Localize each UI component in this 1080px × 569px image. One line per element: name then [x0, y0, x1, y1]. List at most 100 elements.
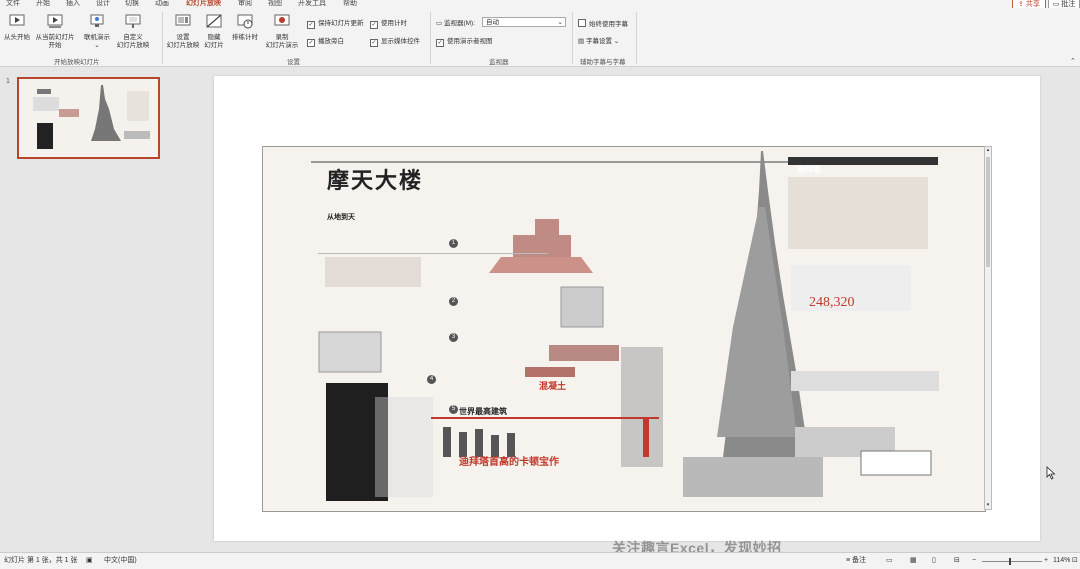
- tab-insert[interactable]: 插入: [66, 0, 80, 8]
- slide-sorter-icon[interactable]: ▦: [910, 553, 917, 569]
- poster-step-number: 3: [449, 333, 458, 342]
- custom-show-icon: [125, 14, 141, 28]
- use-timings-label: 使用计时: [381, 20, 407, 27]
- from-beginning-button[interactable]: 从头开始: [2, 14, 32, 42]
- record-show-button[interactable]: 录制 幻灯片演示: [262, 14, 302, 50]
- poster-scrollbar[interactable]: ▴ ▾: [984, 146, 992, 510]
- rehearse-timings-button[interactable]: 排练计时: [230, 14, 260, 42]
- poster-tag-concrete: 混凝土: [539, 381, 567, 391]
- poster-step-number: 1: [449, 239, 458, 248]
- checkmark-icon: ✓: [370, 21, 378, 29]
- ribbon-separator: [636, 12, 637, 64]
- thumbnail-image: [19, 79, 158, 157]
- slide-info: 幻灯片 第 1 张，共 1 张: [4, 557, 78, 564]
- poster-image: 摩天大楼 从地到天 世界最高建筑 迪拜塔首高的卡顿宝作 迪拜塔 248,320 …: [262, 146, 986, 512]
- use-timings-checkbox[interactable]: ✓ 使用计时: [370, 19, 407, 29]
- poster-right-title: 迪拜塔: [797, 165, 821, 174]
- from-beginning-label: 从头开始: [4, 34, 30, 41]
- monitor-label: 监视器(M):: [443, 20, 476, 27]
- group-label-captions: 辅助字幕与字幕: [580, 59, 626, 66]
- ribbon-separator: [430, 12, 431, 64]
- tab-help[interactable]: 帮助: [343, 0, 357, 8]
- play-from-current-icon: [47, 14, 63, 28]
- keep-updated-checkbox[interactable]: ✓ 保持幻灯片更新: [307, 19, 364, 29]
- notes-label: 备注: [852, 557, 867, 564]
- from-current-button[interactable]: 从当前幻灯片 开始: [33, 14, 77, 50]
- keep-updated-label: 保持幻灯片更新: [318, 20, 364, 27]
- monitor-label-row: ▭ 监视器(M):: [436, 19, 475, 28]
- language-status[interactable]: 中文(中国): [104, 553, 137, 569]
- play-narrations-checkbox[interactable]: ✓ 播放旁白: [307, 37, 344, 47]
- zoom-level[interactable]: 114%: [1053, 553, 1070, 569]
- zoom-out-icon[interactable]: −: [972, 553, 976, 569]
- zoom-slider[interactable]: [982, 561, 1042, 562]
- rehearse-timings-label: 排练计时: [232, 34, 258, 41]
- present-online-button[interactable]: 联机演示 ⌄: [82, 14, 112, 50]
- subtitle-settings-label: 字幕设置: [585, 38, 612, 45]
- scroll-down-icon[interactable]: ▾: [985, 502, 991, 509]
- reading-view-icon[interactable]: ▯: [932, 553, 936, 569]
- ribbon-separator: [572, 12, 573, 64]
- hide-slide-label-2: 幻灯片: [204, 42, 224, 49]
- setup-show-icon: [175, 14, 191, 26]
- hide-slide-button[interactable]: 隐藏 幻灯片: [202, 14, 226, 50]
- comment-icon: ▭: [1052, 1, 1060, 8]
- rehearse-timer-icon: [237, 14, 253, 29]
- slideshow-view-icon[interactable]: ⊟: [954, 553, 960, 569]
- fit-to-window-icon[interactable]: ⊡: [1072, 553, 1078, 569]
- scroll-up-icon[interactable]: ▴: [985, 147, 991, 154]
- subtitle-settings-icon: ▤: [578, 38, 585, 45]
- poster-step-number: 2: [449, 297, 458, 306]
- group-label-start-show: 开始放映幻灯片: [54, 59, 100, 66]
- scroll-thumb[interactable]: [986, 157, 990, 267]
- hide-slide-label-1: 隐藏: [207, 34, 221, 41]
- subtitle-settings-button[interactable]: ▤ 字幕设置 ⌄: [578, 37, 619, 46]
- slide-thumbnail[interactable]: [17, 77, 160, 159]
- tab-review[interactable]: 审阅: [238, 0, 252, 8]
- slide-number: 1: [6, 78, 10, 85]
- notes-icon: ≡: [846, 557, 851, 564]
- zoom-in-icon[interactable]: +: [1044, 553, 1048, 569]
- present-online-icon: [90, 14, 104, 27]
- poster-step-number: 5: [449, 405, 458, 414]
- setup-show-label-1: 设置: [176, 34, 190, 41]
- tab-file[interactable]: 文件: [6, 0, 20, 8]
- always-subtitles-label: 始终使用字幕: [589, 21, 628, 28]
- from-current-label-2: 开始: [48, 42, 62, 49]
- normal-view-icon[interactable]: ▭: [886, 553, 893, 569]
- show-media-label: 显示媒体控件: [381, 38, 420, 45]
- record-icon: [274, 14, 290, 26]
- play-from-start-icon: [9, 14, 25, 26]
- mouse-cursor-icon: [1046, 466, 1056, 480]
- presenter-view-checkbox[interactable]: ✓ 使用演示者视图: [436, 37, 493, 47]
- tab-home[interactable]: 开始: [36, 0, 50, 8]
- zoom-slider-thumb[interactable]: [1009, 558, 1011, 565]
- checkmark-icon: ✓: [307, 39, 315, 47]
- checkmark-icon: ✓: [436, 39, 444, 47]
- show-media-checkbox[interactable]: ✓ 显示媒体控件: [370, 37, 420, 47]
- poster-step-number: 4: [427, 375, 436, 384]
- setup-show-button[interactable]: 设置 幻灯片放映: [164, 14, 202, 50]
- tab-design[interactable]: 设计: [96, 0, 110, 8]
- monitor-select[interactable]: 自动 ⌄: [482, 17, 566, 27]
- collapse-ribbon-icon[interactable]: ⌃: [1070, 57, 1076, 65]
- play-narrations-label: 播放旁白: [318, 38, 344, 45]
- tab-animations[interactable]: 动画: [155, 0, 169, 8]
- tab-transitions[interactable]: 切换: [125, 0, 139, 8]
- present-online-label: 联机演示: [84, 34, 110, 41]
- from-current-label-1: 从当前幻灯片: [35, 34, 75, 41]
- poster-title: 摩天大楼: [327, 168, 424, 193]
- custom-show-button[interactable]: 自定义 幻灯片放映: [113, 14, 153, 50]
- monitor-icon: ▭: [436, 20, 443, 27]
- monitor-value: 自动: [486, 19, 499, 26]
- chevron-down-icon: ⌄: [557, 19, 563, 26]
- checkmark-icon: ✓: [307, 21, 315, 29]
- tab-developer[interactable]: 开发工具: [298, 0, 326, 8]
- always-subtitles-checkbox[interactable]: 始终使用字幕: [578, 19, 628, 29]
- notes-button[interactable]: ≡ 备注: [846, 553, 866, 569]
- ribbon-separator: [162, 12, 163, 64]
- poster-drawing: [263, 147, 985, 511]
- tab-view[interactable]: 视图: [268, 0, 282, 8]
- poster-section-world: 世界最高建筑: [459, 407, 507, 416]
- accessibility-icon[interactable]: ▣: [86, 553, 93, 569]
